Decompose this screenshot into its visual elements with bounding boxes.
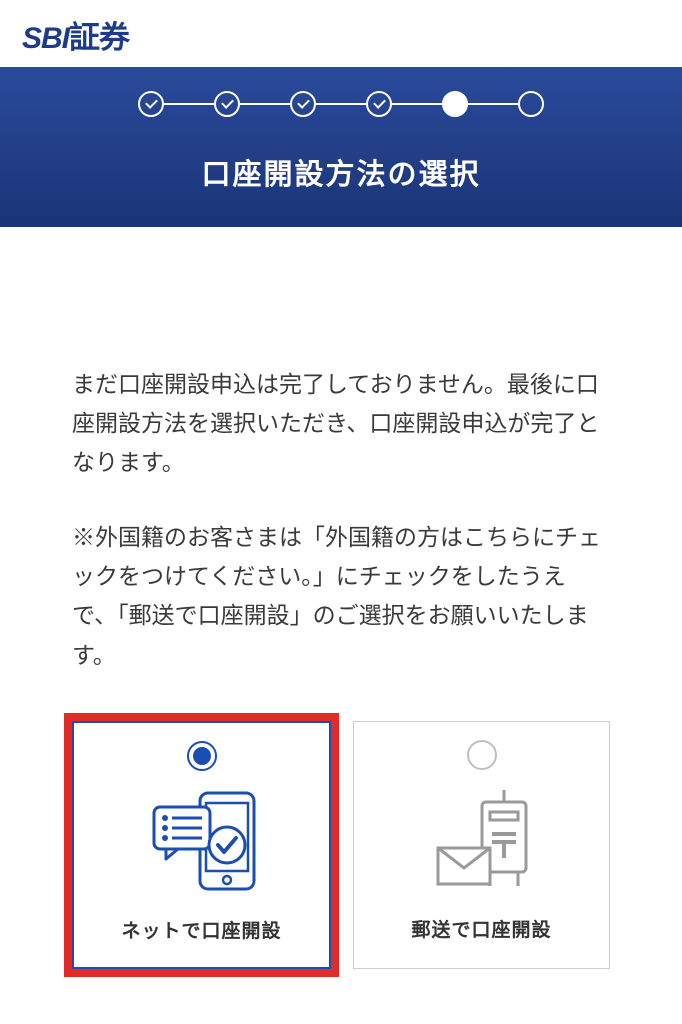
option-net[interactable]: ネットで口座開設 (72, 721, 331, 969)
hero-banner: 口座開設方法の選択 (0, 67, 682, 227)
option-mail-label: 郵送で口座開設 (364, 915, 599, 942)
radio-selected-icon (187, 741, 217, 771)
main-content: まだ口座開設申込は完了しておりません。最後に口座開設方法を選択いただき、口座開設… (0, 227, 682, 999)
step-6 (518, 91, 544, 117)
step-5-current (442, 91, 468, 117)
instruction-paragraph-1: まだ口座開設申込は完了しておりません。最後に口座開設方法を選択いただき、口座開設… (72, 365, 610, 482)
postbox-envelope-icon (364, 784, 599, 899)
progress-stepper (0, 91, 682, 117)
step-connector (392, 103, 442, 105)
step-2 (214, 91, 240, 117)
logo-text-jp: 証券 (69, 12, 129, 57)
step-connector (164, 103, 214, 105)
app-header: SBI 証券 (0, 0, 682, 67)
option-mail[interactable]: 郵送で口座開設 (353, 721, 610, 969)
instruction-paragraph-2: ※外国籍のお客さまは「外国籍の方はこちらにチェックをつけてください。」にチェック… (72, 518, 610, 674)
radio-unselected-icon (467, 740, 497, 770)
step-4 (366, 91, 392, 117)
brand-logo: SBI 証券 (22, 12, 660, 57)
logo-text-en: SBI (22, 22, 69, 56)
step-1 (138, 91, 164, 117)
step-3 (290, 91, 316, 117)
method-options: ネットで口座開設 (72, 721, 610, 969)
step-connector (468, 103, 518, 105)
smartphone-checklist-icon (84, 785, 319, 900)
step-connector (240, 103, 290, 105)
step-connector (316, 103, 366, 105)
page-title: 口座開設方法の選択 (0, 151, 682, 193)
option-net-label: ネットで口座開設 (84, 916, 319, 943)
